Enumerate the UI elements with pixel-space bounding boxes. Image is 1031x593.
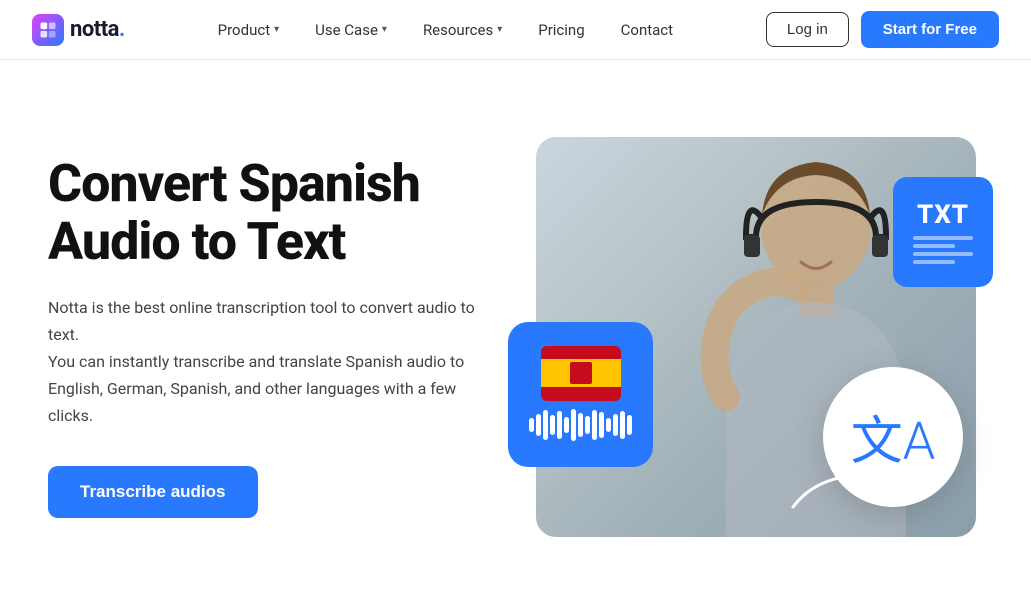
wave-bar-5	[564, 417, 569, 433]
hero-content: Convert Spanish Audio to Text Notta is t…	[48, 155, 528, 517]
wave-bar-12	[613, 414, 618, 436]
txt-line-3	[913, 252, 973, 256]
spain-flag	[541, 346, 621, 401]
txt-lines	[913, 236, 973, 264]
logo-svg	[38, 20, 58, 40]
flag-yellow-stripe	[541, 359, 621, 387]
logo-icon	[32, 14, 64, 46]
start-free-button[interactable]: Start for Free	[861, 11, 999, 48]
txt-line-2	[913, 244, 955, 248]
navbar: notta. Product ▾ Use Case ▾ Resources ▾ …	[0, 0, 1031, 60]
logo-text: notta.	[70, 17, 125, 42]
hero-section: Convert Spanish Audio to Text Notta is t…	[0, 60, 1031, 593]
txt-label: TXT	[917, 200, 969, 230]
txt-line-1	[913, 236, 973, 240]
wave-bar-1	[536, 414, 541, 436]
nav-actions: Log in Start for Free	[766, 11, 999, 48]
logo[interactable]: notta.	[32, 14, 125, 46]
wave-bar-11	[606, 418, 611, 432]
wave-bar-13	[620, 411, 625, 439]
txt-line-4	[913, 260, 955, 264]
arrow-curve-icon	[783, 457, 903, 517]
wave-bar-0	[529, 418, 534, 432]
audio-wave	[529, 407, 632, 443]
wave-bar-2	[543, 410, 548, 440]
wave-bar-7	[578, 413, 583, 437]
wave-bar-14	[627, 415, 632, 435]
flag-red-stripe-bottom	[541, 387, 621, 401]
spanish-flag-card	[508, 322, 653, 467]
nav-item-resources[interactable]: Resources ▾	[409, 13, 516, 47]
nav-item-pricing[interactable]: Pricing	[524, 13, 598, 47]
coat-of-arms	[570, 362, 592, 384]
hero-illustration: 文A TXT	[528, 127, 983, 547]
nav-links: Product ▾ Use Case ▾ Resources ▾ Pricing…	[204, 13, 687, 47]
login-button[interactable]: Log in	[766, 12, 849, 47]
hero-description: Notta is the best online transcription t…	[48, 294, 488, 430]
wave-bar-9	[592, 410, 597, 440]
nav-item-product[interactable]: Product ▾	[204, 13, 293, 47]
hero-title: Convert Spanish Audio to Text	[48, 155, 488, 269]
wave-bar-10	[599, 412, 604, 438]
wave-bar-8	[585, 416, 590, 434]
wave-bar-6	[571, 409, 576, 441]
chevron-down-icon: ▾	[497, 24, 502, 35]
flag-red-stripe-top	[541, 346, 621, 360]
chevron-down-icon: ▾	[274, 24, 279, 35]
transcribe-button[interactable]: Transcribe audios	[48, 466, 258, 518]
chevron-down-icon: ▾	[382, 24, 387, 35]
wave-bar-3	[550, 415, 555, 435]
txt-card: TXT	[893, 177, 993, 287]
wave-bar-4	[557, 411, 562, 439]
nav-item-usecase[interactable]: Use Case ▾	[301, 13, 401, 47]
nav-item-contact[interactable]: Contact	[607, 13, 687, 47]
